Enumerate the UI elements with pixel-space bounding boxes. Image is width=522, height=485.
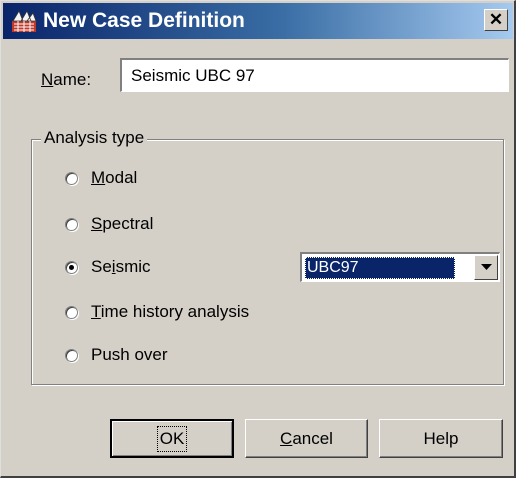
radio-button[interactable] [65,217,78,231]
name-label: Name: [41,70,91,90]
radio-option-time-history[interactable]: Time history analysis [65,301,249,323]
radio-label: Push over [91,345,168,364]
radio-button[interactable] [65,305,78,319]
cancel-button[interactable]: Cancel [245,419,368,458]
radio-option-push-over[interactable]: Push over [65,344,168,366]
ok-button[interactable]: OK [110,419,234,458]
radio-option-modal[interactable]: Modal [65,167,137,189]
radio-label: Time history analysis [91,302,250,321]
close-button[interactable]: ✕ [484,9,508,31]
radio-button-checked[interactable] [65,260,78,274]
radio-button[interactable] [65,348,78,362]
radio-option-seismic[interactable]: Seismic [65,256,151,278]
seismic-code-select[interactable]: UBC97 [300,252,500,282]
chevron-down-icon [480,264,492,270]
radio-label: Modal [91,168,138,187]
seismic-code-value: UBC97 [305,257,455,279]
help-button[interactable]: Help [379,419,503,458]
ok-button-label: OK [156,425,188,452]
radio-label: Seismic [91,257,151,276]
radio-label: Spectral [91,214,154,233]
name-label-rest: ame: [53,70,92,89]
new-case-dialog: New Case Definition ✕ Name: Analysis typ… [0,0,516,478]
title-bar[interactable]: New Case Definition ✕ [3,3,513,39]
help-button-label: Help [423,428,459,448]
name-input[interactable] [120,58,509,92]
dropdown-arrow-button[interactable] [474,255,498,280]
name-label-accel: N [41,70,54,89]
radio-button[interactable] [65,171,78,185]
analysis-type-legend: Analysis type [41,128,148,148]
window-title: New Case Definition [43,9,245,32]
cancel-button-label: Cancel [280,428,333,448]
close-icon: ✕ [488,10,504,29]
radio-option-spectral[interactable]: Spectral [65,213,153,235]
app-grid-icon [12,10,37,32]
